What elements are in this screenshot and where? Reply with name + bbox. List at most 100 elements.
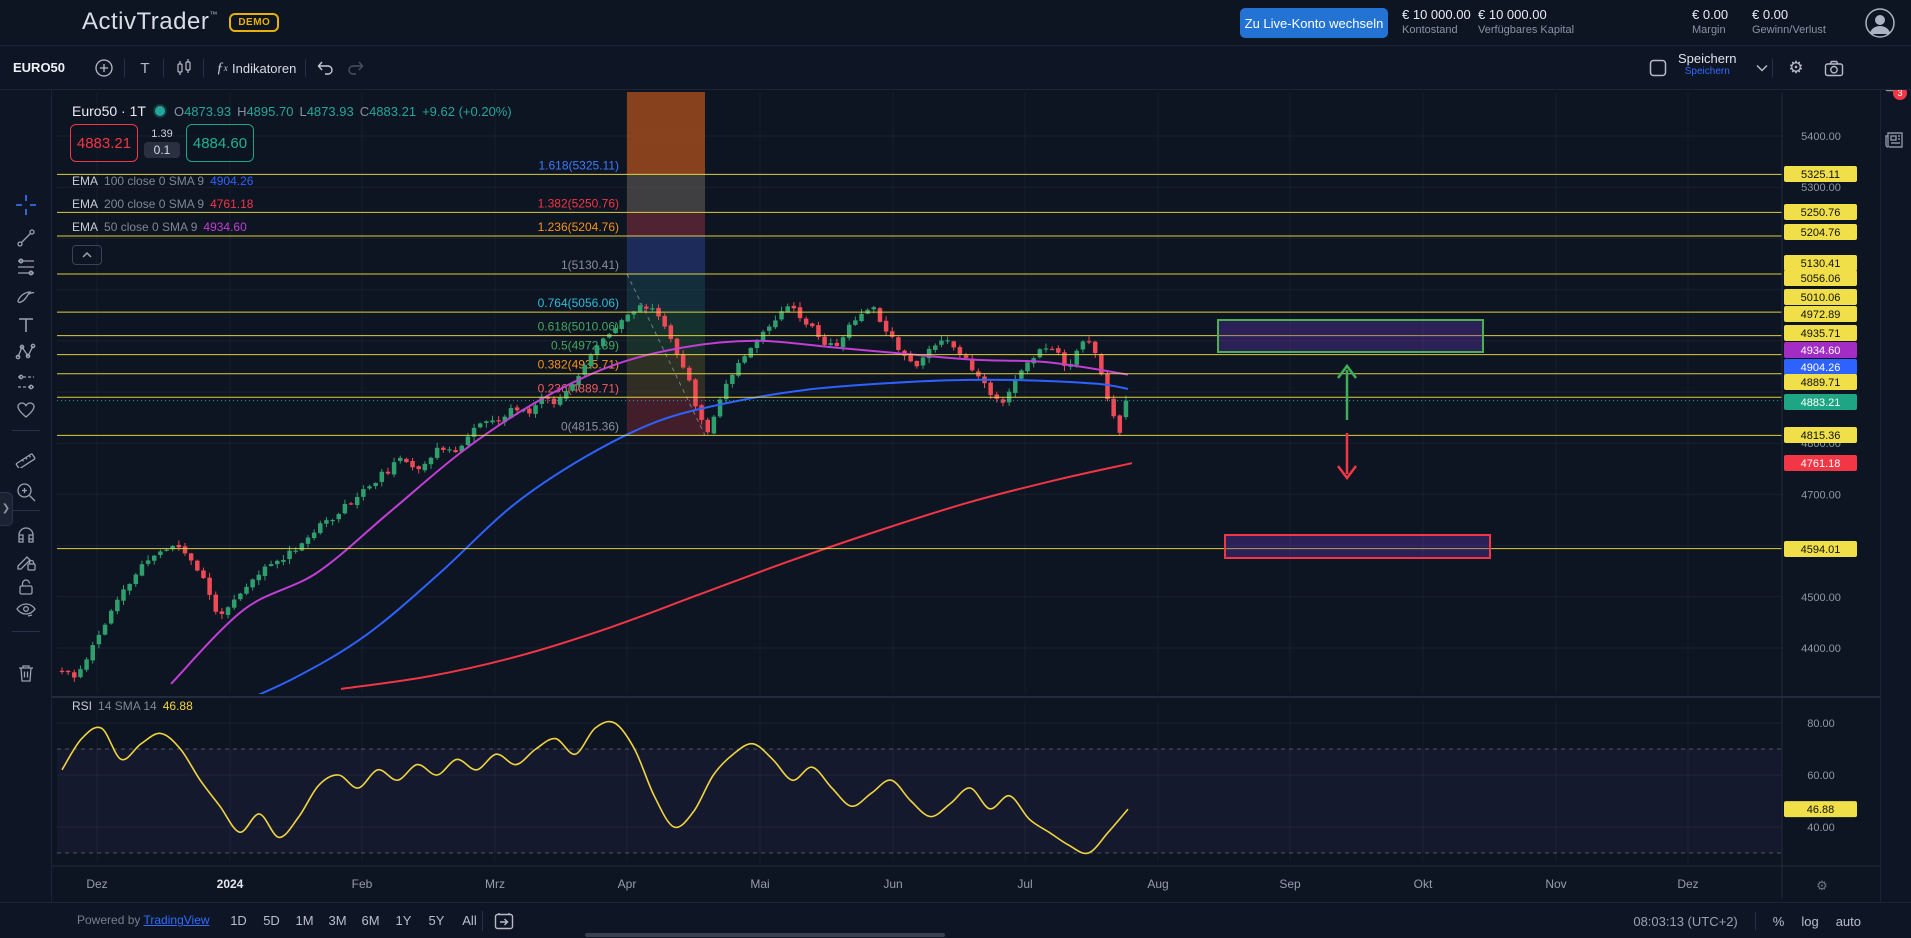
emoji-heart-tool-icon[interactable] xyxy=(15,399,37,421)
indicator-legend-ema200[interactable]: EMA 200 close 0 SMA 9 4761.18 xyxy=(72,197,253,211)
range-1m[interactable]: 1M xyxy=(288,910,321,932)
horizontal-scrollbar-thumb[interactable] xyxy=(585,933,945,937)
svg-text:4935.71: 4935.71 xyxy=(1801,328,1841,340)
stat-kontostand: € 10 000.00 Kontostand xyxy=(1402,7,1471,36)
stat-label: Gewinn/Verlust xyxy=(1752,24,1826,36)
remove-drawings-trash-icon[interactable] xyxy=(15,662,37,684)
indicator-value: 4934.60 xyxy=(203,220,246,234)
rsi-axis-label: 40.00 xyxy=(1807,822,1835,834)
svg-text:5130.41: 5130.41 xyxy=(1801,258,1841,270)
quantity-field[interactable]: 0.1 xyxy=(144,142,181,158)
interval-button[interactable]: T xyxy=(133,57,157,79)
indicators-fx-icon[interactable]: ƒx xyxy=(210,57,234,79)
legend-collapse-button[interactable] xyxy=(72,245,102,265)
zoom-in-tool-icon[interactable] xyxy=(15,481,37,503)
range-buttons: 1D 5D 1M 3M 6M 1Y 5Y All xyxy=(222,910,486,932)
add-compare-icon[interactable] xyxy=(92,57,116,79)
fib-level-label: 1.236(5204.76) xyxy=(538,220,619,234)
log-scale-button[interactable]: log xyxy=(1801,914,1818,929)
settings-gear-icon[interactable]: ⚙ xyxy=(1784,57,1808,79)
spread-value: 1.39 xyxy=(151,128,172,140)
stat-verfuegbares-kapital: € 10 000.00 Verfügbares Kapital xyxy=(1478,7,1574,36)
crosshair-tool-icon[interactable] xyxy=(15,194,37,216)
change-value: +9.62 (+0.20%) xyxy=(422,104,512,119)
time-axis-label: Feb xyxy=(352,877,373,891)
range-5d[interactable]: 5D xyxy=(255,910,288,932)
watchlist-expand-handle[interactable]: ❯ xyxy=(0,492,13,526)
svg-text:46.88: 46.88 xyxy=(1807,804,1835,816)
bid-ask-widget: 4883.21 1.39 0.1 4884.60 xyxy=(70,124,254,162)
percent-scale-button[interactable]: % xyxy=(1773,914,1785,929)
market-status-dot-icon xyxy=(155,106,165,116)
time-axis-label: Sep xyxy=(1279,877,1301,891)
price-axis-label: 4700.00 xyxy=(1801,489,1841,501)
time-axis-label: Jun xyxy=(883,877,902,891)
trend-line-tool-icon[interactable] xyxy=(15,227,37,249)
spread-widget: 1.39 0.1 xyxy=(138,128,186,158)
brush-tool-icon[interactable] xyxy=(15,286,37,308)
indicators-button[interactable]: Indikatoren xyxy=(232,61,296,76)
fib-retracement-tool-icon[interactable] xyxy=(15,256,37,278)
indicator-legend-ema50[interactable]: EMA 50 close 0 SMA 9 4934.60 xyxy=(72,220,247,234)
sell-bid-button[interactable]: 4883.21 xyxy=(70,124,138,162)
news-icon[interactable] xyxy=(1884,130,1906,155)
indicator-legend-ema100[interactable]: EMA 100 close 0 SMA 9 4904.26 xyxy=(72,174,253,188)
redo-icon[interactable] xyxy=(344,57,368,79)
xabcd-pattern-tool-icon[interactable] xyxy=(15,341,37,363)
axis-gear-icon: ⚙ xyxy=(1816,878,1828,893)
rail-divider xyxy=(12,430,40,431)
multichart-layout-icon[interactable] xyxy=(1646,57,1670,79)
ohlc-values: O4873.93 H4895.70 L4873.93 C4883.21 +9.6… xyxy=(174,104,512,119)
time-axis-label: Nov xyxy=(1545,877,1566,891)
snapshot-camera-icon[interactable] xyxy=(1822,57,1846,79)
price-chart-canvas[interactable]: 1.618(5325.11) 1.382(5250.76) 1.236(5204.7… xyxy=(0,0,1911,938)
fib-zone-fills xyxy=(627,54,705,435)
buy-ask-button[interactable]: 4884.60 xyxy=(186,124,254,162)
clock[interactable]: 08:03:13 (UTC+2) xyxy=(1633,914,1737,929)
bottom-divider xyxy=(1755,912,1756,930)
app-header: ActivTrader ™ DEMO Zu Live-Konto wechsel… xyxy=(0,0,1911,46)
text-tool-icon[interactable] xyxy=(15,314,37,336)
bottom-divider xyxy=(482,911,483,931)
right-rail xyxy=(1880,46,1911,902)
fib-level-label: 0.764(5056.06) xyxy=(538,296,619,310)
lock-all-drawings-icon[interactable] xyxy=(15,576,37,598)
hide-drawings-eye-icon[interactable] xyxy=(15,599,37,621)
resistance-zone-box xyxy=(1218,320,1483,352)
goto-date-icon[interactable] xyxy=(494,912,514,935)
range-1d[interactable]: 1D xyxy=(222,910,255,932)
support-zone-box xyxy=(1225,535,1490,558)
user-avatar-icon[interactable] xyxy=(1864,7,1896,39)
range-5y[interactable]: 5Y xyxy=(420,910,453,932)
stat-label: Margin xyxy=(1692,24,1728,36)
rsi-legend[interactable]: RSI 14 SMA 14 46.88 xyxy=(72,699,193,713)
position-tool-icon[interactable] xyxy=(15,371,37,393)
legend-symbol-interval[interactable]: Euro50 · 1T xyxy=(72,103,146,119)
undo-icon[interactable] xyxy=(313,57,337,79)
rsi-band-fill xyxy=(57,749,1782,853)
auto-scale-button[interactable]: auto xyxy=(1836,914,1861,929)
fib-level-label: 1.382(5250.76) xyxy=(538,196,619,210)
drawing-mode-lock-icon[interactable] xyxy=(15,551,37,573)
rsi-axis-label: 60.00 xyxy=(1807,770,1835,782)
chevron-down-icon[interactable] xyxy=(1750,57,1774,79)
toolbar-divider xyxy=(1772,59,1773,77)
rsi-axis-label: 80.00 xyxy=(1807,718,1835,730)
chart-legend[interactable]: Euro50 · 1T O4873.93 H4895.70 L4873.93 C… xyxy=(72,103,512,119)
svg-text:5204.76: 5204.76 xyxy=(1801,227,1841,239)
fib-level-label: 0.382(4935.71) xyxy=(538,358,619,372)
chart-style-icon[interactable] xyxy=(172,57,196,79)
switch-to-live-button[interactable]: Zu Live-Konto wechseln xyxy=(1240,8,1388,38)
symbol-label[interactable]: EURO50 xyxy=(13,60,65,75)
save-layout-button[interactable]: Speichern Speichern xyxy=(1678,51,1737,77)
tradingview-link[interactable]: TradingView xyxy=(144,913,210,927)
range-1y[interactable]: 1Y xyxy=(387,910,420,932)
magnet-mode-icon[interactable] xyxy=(15,526,37,548)
range-6m[interactable]: 6M xyxy=(354,910,387,932)
range-3m[interactable]: 3M xyxy=(321,910,354,932)
fib-level-label: 1.618(5325.11) xyxy=(538,158,619,172)
toolbar-divider xyxy=(163,59,164,77)
time-axis-label: Dez xyxy=(86,877,107,891)
measure-ruler-tool-icon[interactable] xyxy=(15,446,37,468)
stat-label: Kontostand xyxy=(1402,24,1471,36)
